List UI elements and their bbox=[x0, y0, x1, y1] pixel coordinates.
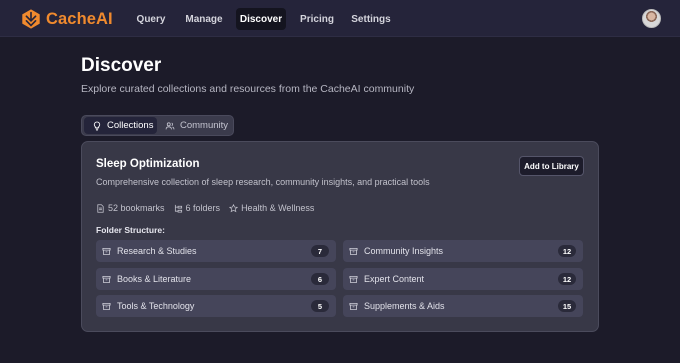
collection-description: Comprehensive collection of sleep resear… bbox=[96, 177, 430, 187]
folder-count-badge: 7 bbox=[311, 245, 329, 257]
folder-count-badge: 5 bbox=[311, 300, 329, 312]
page-subtitle: Explore curated collections and resource… bbox=[81, 83, 415, 95]
users-icon bbox=[165, 121, 175, 129]
cacheai-logo-icon bbox=[22, 9, 40, 29]
folder-count-badge: 15 bbox=[558, 300, 576, 312]
tab-group: Collections Community bbox=[81, 115, 234, 136]
collection-title: Sleep Optimization bbox=[96, 158, 200, 170]
logo[interactable]: CacheAI bbox=[20, 8, 113, 30]
tab-community-label: Community bbox=[180, 120, 229, 131]
archive-icon bbox=[102, 275, 111, 283]
folder-tree-icon bbox=[174, 204, 182, 213]
user-avatar[interactable] bbox=[642, 9, 661, 28]
tab-collections-label: Collections bbox=[107, 120, 154, 131]
folders-stat: 6 folders bbox=[174, 203, 221, 213]
folder-structure-label: Folder Structure: bbox=[96, 225, 165, 235]
nav-settings[interactable]: Settings bbox=[348, 8, 394, 30]
app-name: CacheAI bbox=[46, 9, 113, 28]
folder-books-literature[interactable]: Books & Literature 6 bbox=[96, 268, 336, 290]
nav-discover[interactable]: Discover bbox=[236, 8, 286, 30]
folders-count: 6 folders bbox=[185, 203, 221, 213]
archive-icon bbox=[349, 302, 358, 310]
nav-query[interactable]: Query bbox=[131, 8, 171, 30]
folder-name: Supplements & Aids bbox=[364, 301, 445, 311]
folder-name: Expert Content bbox=[364, 274, 425, 284]
folder-count-badge: 12 bbox=[558, 245, 576, 257]
tab-community[interactable]: Community bbox=[163, 117, 233, 134]
star-icon bbox=[229, 203, 239, 212]
collection-card: Sleep Optimization Comprehensive collect… bbox=[81, 141, 599, 332]
bookmarks-count: 52 bookmarks bbox=[108, 203, 165, 213]
folder-name: Research & Studies bbox=[117, 246, 197, 256]
nav-pricing[interactable]: Pricing bbox=[296, 8, 338, 30]
category-stat: Health & Wellness bbox=[229, 203, 314, 213]
archive-icon bbox=[349, 275, 358, 283]
nav-manage[interactable]: Manage bbox=[180, 8, 228, 30]
bookmarks-stat: 52 bookmarks bbox=[96, 203, 165, 213]
lightbulb-icon bbox=[93, 121, 101, 130]
folder-tools-technology[interactable]: Tools & Technology 5 bbox=[96, 295, 336, 317]
add-to-library-button[interactable]: Add to Library bbox=[519, 156, 584, 176]
tab-collections[interactable]: Collections bbox=[84, 117, 157, 134]
folder-supplements-aids[interactable]: Supplements & Aids 15 bbox=[343, 295, 583, 317]
document-icon bbox=[97, 203, 104, 213]
archive-icon bbox=[102, 247, 111, 255]
folder-research-studies[interactable]: Research & Studies 7 bbox=[96, 240, 336, 262]
collection-stats: 52 bookmarks 6 folders Health & Wellness bbox=[96, 203, 323, 213]
archive-icon bbox=[102, 302, 111, 310]
archive-icon bbox=[349, 247, 358, 255]
folder-count-badge: 6 bbox=[311, 273, 329, 285]
folder-community-insights[interactable]: Community Insights 12 bbox=[343, 240, 583, 262]
folder-count-badge: 12 bbox=[558, 273, 576, 285]
folder-name: Tools & Technology bbox=[117, 301, 195, 311]
top-navbar: CacheAI Query Manage Discover Pricing Se… bbox=[0, 0, 680, 37]
page-title: Discover bbox=[81, 55, 162, 76]
folder-expert-content[interactable]: Expert Content 12 bbox=[343, 268, 583, 290]
category-label: Health & Wellness bbox=[241, 203, 315, 213]
folder-name: Community Insights bbox=[364, 246, 444, 256]
folder-name: Books & Literature bbox=[117, 274, 192, 284]
